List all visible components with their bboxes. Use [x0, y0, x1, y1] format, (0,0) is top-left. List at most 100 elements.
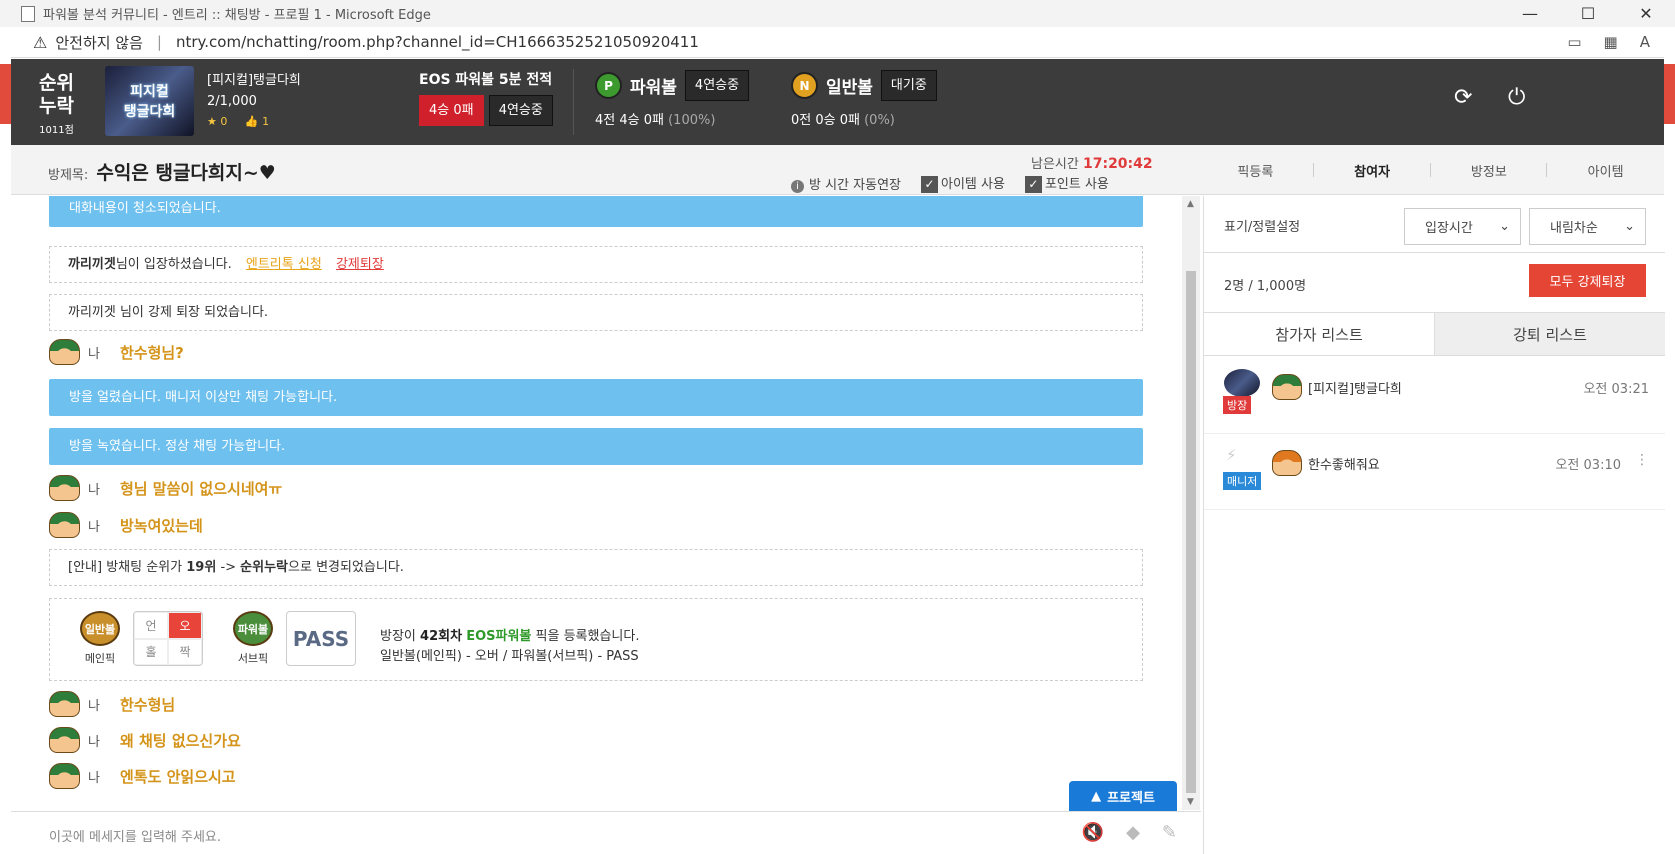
chat-message: 나 방녹여있는데	[49, 511, 203, 539]
rank-points: 1011점	[39, 125, 74, 136]
message-text: 한수형님?	[119, 343, 184, 362]
mute-icon[interactable]: 🔇	[1082, 822, 1104, 843]
sub-pick: 파워볼 서브픽	[233, 611, 273, 666]
avatar[interactable]	[49, 763, 80, 789]
system-notice: 방을 녹였습니다. 정상 채팅 가능합니다.	[49, 428, 1143, 465]
pick-under: 언	[134, 612, 168, 639]
avatar[interactable]	[49, 475, 80, 501]
message-text: 왜 채팅 없으신가요	[119, 731, 241, 750]
normal-ball-status: 대기중	[880, 70, 937, 101]
page-edge-right	[1664, 58, 1675, 854]
address-bar[interactable]: ⚠ 안전하지 않음 | ntry.com/nchatting/room.php?…	[11, 27, 1664, 58]
chevron-down-icon: ⌄	[1624, 219, 1635, 234]
chat-message: 나 한수형님	[49, 690, 175, 718]
sender-label: 나	[88, 734, 100, 750]
participant-list-tabs: 참가자 리스트 강퇴 리스트	[1204, 313, 1665, 356]
tab-participant-list[interactable]: 참가자 리스트	[1204, 313, 1435, 356]
participant-name[interactable]: [피지컬]탱글다희	[1308, 378, 1402, 397]
avatar[interactable]	[49, 727, 80, 753]
minimize-button[interactable]: —	[1501, 0, 1559, 27]
star-icon: ★	[207, 115, 217, 128]
force-kick-link[interactable]: 강제퇴장	[336, 257, 384, 272]
chat-scrollbar[interactable]: ▲ ▼	[1182, 196, 1200, 810]
participant-row[interactable]: 방장 [피지컬]탱글다희 오전 03:21	[1204, 356, 1665, 434]
entry-talk-link[interactable]: 엔트리톡 신청	[246, 257, 322, 272]
scroll-down-icon[interactable]: ▼	[1187, 797, 1194, 807]
sort-select[interactable]: 입장시간 ⌄	[1404, 208, 1521, 245]
tab-pick-register[interactable]: 픽등록	[1197, 145, 1314, 195]
main-pick: 일반볼 메인픽	[80, 611, 120, 666]
sender-label: 나	[88, 346, 100, 362]
pick-even: 짝	[168, 638, 202, 665]
scroll-thumb[interactable]	[1186, 271, 1196, 793]
magic-wand-icon[interactable]: ✎	[1162, 822, 1177, 843]
read-aloud-icon[interactable]: A	[1640, 33, 1650, 51]
pick-grid: 언 오 홀 짝	[133, 611, 203, 666]
more-options-icon[interactable]: ⋮	[1635, 452, 1649, 468]
tab-items[interactable]: 아이템	[1547, 145, 1664, 195]
participant-name[interactable]: 한수좋해줘요	[1308, 454, 1380, 473]
tab-room-info[interactable]: 방정보	[1431, 145, 1548, 195]
item-use-checkbox[interactable]: ✓ 아이템 사용	[921, 173, 1005, 193]
room-stats: ★ 0 👍 1	[207, 115, 301, 128]
close-button[interactable]: ✕	[1617, 0, 1675, 27]
maximize-button[interactable]: ☐	[1559, 0, 1617, 27]
rank-block: 순위 누락 1011점	[39, 72, 74, 136]
avatar[interactable]	[49, 512, 80, 538]
normal-ball-block: N 일반볼 대기중 0전 0승 0패 (0%)	[791, 70, 937, 128]
pick-description: 방장이 42회차 EOS파워볼 픽을 등록했습니다. 일반볼(메인픽) - 오버…	[380, 629, 640, 664]
room-options: i방 시간 자동연장 ✓ 아이템 사용 ✓ 포인트 사용	[791, 173, 1109, 193]
auto-extend-option[interactable]: i방 시간 자동연장	[791, 174, 901, 193]
pick-over: 오	[168, 612, 202, 639]
avatar[interactable]	[49, 339, 80, 365]
eos-title: EOS 파워볼 5분 전적	[419, 72, 553, 88]
manager-badge: 매니저	[1223, 472, 1262, 490]
pick-notice: 일반볼 메인픽 언 오 홀 짝 파워볼 서브픽 PASS 방장이 42회차 EO…	[49, 598, 1143, 681]
kick-all-button[interactable]: 모두 강제퇴장	[1529, 264, 1646, 297]
insecure-label[interactable]: 안전하지 않음	[55, 32, 143, 53]
sub-pick-label: 서브픽	[237, 652, 269, 665]
refresh-icon[interactable]: ⟳	[1454, 85, 1472, 110]
powerball-coin-icon: 파워볼	[233, 611, 273, 646]
warning-icon[interactable]: ⚠	[33, 33, 47, 52]
eraser-icon[interactable]: ◆	[1126, 822, 1140, 843]
room-logo-text2: 탱글다희	[123, 104, 176, 120]
enter-notice: 까리끼겟님이 입장하셨습니다. 엔트리톡 신청 강제퇴장	[49, 246, 1143, 283]
participant-count: 2명 / 1,000명	[1224, 279, 1307, 294]
message-text: 한수형님	[119, 695, 176, 714]
device-icon[interactable]: ▭	[1567, 33, 1581, 51]
message-input-bar[interactable]: 이곳에 메세지를 입력해 주세요. 🔇 ◆ ✎	[11, 811, 1201, 854]
scroll-up-icon[interactable]: ▲	[1187, 199, 1194, 209]
normal-ball-coin-icon: 일반볼	[80, 611, 120, 646]
powerball-name: 파워볼	[630, 78, 677, 98]
chat-message: 나 형님 말씀이 없으시네여ㅠ	[49, 474, 282, 502]
enter-user[interactable]: 까리끼겟	[68, 257, 116, 272]
window-titlebar: 파워볼 분석 커뮤니티 - 엔트리 :: 채팅방 - 프로필 1 - Micro…	[0, 0, 1675, 27]
point-use-checkbox[interactable]: ✓ 포인트 사용	[1024, 173, 1109, 193]
grid-icon[interactable]: ▦	[1604, 33, 1618, 51]
participant-join-time: 오전 03:10	[1555, 458, 1621, 473]
sort-label: 표기/정렬설정	[1224, 220, 1301, 235]
url-text[interactable]: ntry.com/nchatting/room.php?channel_id=C…	[176, 33, 699, 51]
checkbox-icon: ✓	[921, 176, 938, 193]
pick-odd: 홀	[134, 638, 168, 665]
protect-button[interactable]: ▲ 프로젝트	[1069, 781, 1177, 811]
eos-streak-badge: 4연승중	[488, 95, 553, 126]
room-logo-text1: 피지컬	[130, 84, 169, 100]
message-input[interactable]: 이곳에 메세지를 입력해 주세요.	[49, 826, 221, 845]
powerball-icon: P	[595, 72, 622, 99]
rank-line2: 누락	[39, 95, 74, 117]
room-title-text: 수익은 탱글다희지~♥	[96, 162, 276, 184]
tab-kicked-list[interactable]: 강퇴 리스트	[1435, 313, 1665, 356]
runner-icon: ⚡	[1226, 446, 1237, 464]
tab-participants[interactable]: 참여자	[1314, 145, 1431, 195]
avatar[interactable]	[49, 691, 80, 717]
eos-record-block: EOS 파워볼 5분 전적 4승 0패 4연승중	[419, 69, 553, 126]
room-name: [피지컬]탱글다희	[207, 73, 301, 88]
power-icon[interactable]: ⏻	[1508, 85, 1525, 110]
header-divider	[573, 69, 574, 135]
order-select[interactable]: 내림차순 ⌄	[1529, 208, 1646, 245]
participant-row[interactable]: ⚡ 매니저 한수좋해줘요 오전 03:10 ⋮	[1204, 432, 1665, 510]
chat-message: 나 엔톡도 안읽으시고	[49, 762, 236, 790]
chat-log[interactable]: 대화내용이 청소되었습니다. 까리끼겟님이 입장하셨습니다. 엔트리톡 신청 강…	[11, 196, 1176, 810]
